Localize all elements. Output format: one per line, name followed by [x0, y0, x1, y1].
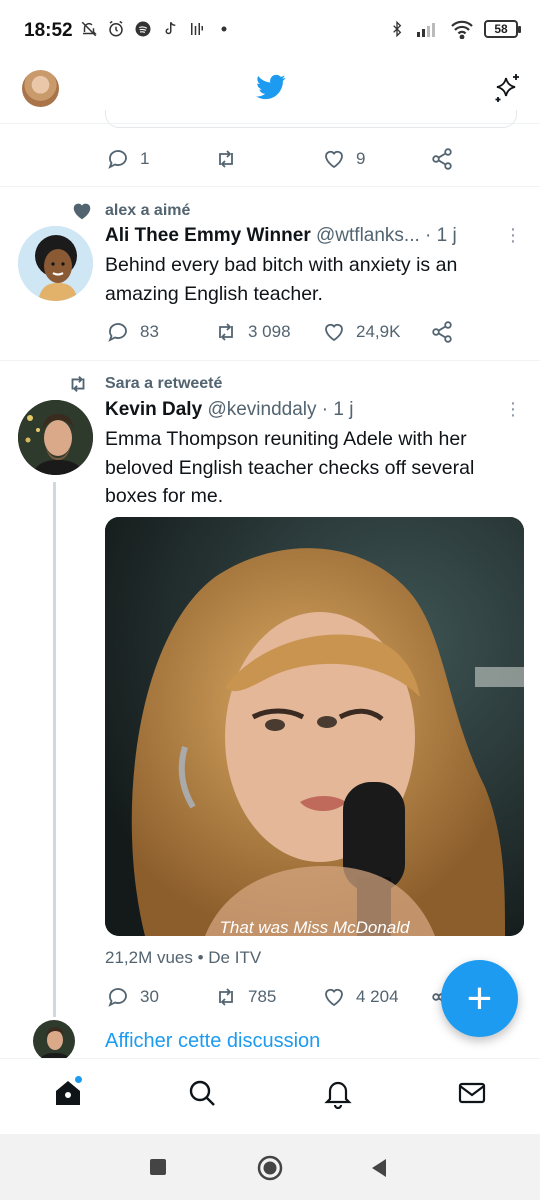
retweet-icon	[219, 150, 233, 168]
tweet-text: Behind every bad bitch with anxiety is a…	[105, 254, 458, 305]
app-icon	[188, 19, 206, 39]
recents-button[interactable]	[149, 1158, 167, 1176]
liked-heart-icon	[73, 203, 91, 220]
tweet-actions: 83 3 098 24,9K	[106, 317, 454, 347]
previous-card-edge	[105, 110, 517, 128]
back-button[interactable]	[370, 1158, 388, 1178]
author-handle[interactable]: @kevinddaly	[207, 399, 316, 420]
like-button[interactable]: 4 204	[322, 985, 430, 1009]
notification-dot	[74, 1075, 83, 1084]
like-count: 4 204	[356, 987, 399, 1006]
retweet-context-icon	[71, 376, 85, 392]
like-count: 24,9K	[356, 322, 401, 341]
retweet-count: 785	[248, 987, 277, 1006]
bell-off-icon	[80, 19, 98, 39]
tab-notifications[interactable]	[322, 1077, 354, 1110]
tweet-video[interactable]: That was Miss McDonald	[105, 517, 524, 936]
share-icon	[432, 321, 452, 343]
author-handle[interactable]: @wtflanks...	[316, 225, 420, 246]
tab-messages[interactable]	[456, 1077, 488, 1109]
profile-avatar[interactable]	[22, 70, 59, 107]
reply-icon	[108, 323, 127, 342]
retweet-count: 3 098	[248, 322, 291, 341]
heart-icon	[325, 988, 343, 1007]
heart-icon	[325, 150, 343, 169]
like-button[interactable]: 9	[322, 147, 430, 171]
more-options-icon[interactable]: · · ·	[503, 219, 523, 251]
share-button[interactable]	[430, 320, 454, 344]
retweet-icon	[219, 323, 233, 341]
home-button[interactable]	[257, 1155, 283, 1181]
tweet-text: Emma Thompson reuniting Adele with her b…	[105, 428, 475, 507]
share-icon	[432, 148, 452, 170]
like-count: 9	[356, 149, 366, 168]
heart-icon	[325, 323, 343, 342]
status-bar: 18:52 58	[0, 0, 540, 62]
avatar[interactable]	[18, 400, 93, 475]
reply-button[interactable]: 30	[106, 985, 214, 1009]
dot-icon	[215, 19, 233, 39]
more-options-icon[interactable]: · · ·	[503, 393, 523, 425]
retweet-button[interactable]: 785	[214, 985, 322, 1009]
thread-connector	[53, 482, 56, 1017]
status-time: 18:52	[24, 20, 73, 41]
prev-tweet-actions: 1 9	[106, 144, 454, 174]
notification-icons	[80, 19, 233, 39]
avatar[interactable]	[33, 1020, 75, 1062]
search-icon	[189, 1080, 215, 1106]
bottom-tab-bar	[0, 1058, 540, 1134]
reply-button[interactable]: 83	[106, 320, 214, 344]
tweet-author-line: Ali Thee Emmy Winner @wtflanks... · 1 j	[105, 225, 457, 247]
like-button[interactable]: 24,9K	[322, 320, 430, 344]
spotify-icon	[134, 19, 152, 39]
alarm-icon	[107, 19, 125, 39]
system-navigation-bar	[0, 1134, 540, 1200]
tab-search[interactable]	[186, 1077, 218, 1109]
wifi-icon	[450, 19, 474, 39]
compose-tweet-button[interactable]: +	[441, 960, 518, 1037]
twitter-bird-icon[interactable]	[254, 72, 288, 102]
battery-indicator: 58	[484, 20, 521, 38]
sparkle-icon[interactable]	[490, 72, 522, 104]
reply-icon	[108, 988, 127, 1007]
reply-count: 30	[140, 987, 159, 1006]
tiktok-icon	[161, 19, 179, 39]
bell-icon	[324, 1081, 352, 1110]
system-icons: 58	[388, 19, 521, 39]
social-context: alex a aimé	[105, 202, 191, 219]
tweet-author-line: Kevin Daly @kevinddaly · 1 j	[105, 399, 353, 421]
avatar[interactable]	[18, 226, 93, 301]
share-button[interactable]	[430, 147, 454, 171]
reply-button[interactable]: 1	[106, 147, 214, 171]
reply-icon	[108, 150, 127, 169]
video-frame-illustration	[105, 517, 524, 936]
envelope-icon	[458, 1082, 486, 1104]
divider	[0, 360, 540, 361]
reply-count: 83	[140, 322, 159, 341]
signal-icon	[416, 19, 440, 39]
retweet-button[interactable]: 3 098	[214, 320, 322, 344]
retweet-button[interactable]	[214, 147, 322, 171]
reply-count: 1	[140, 149, 150, 168]
video-caption: That was Miss McDonald	[219, 918, 410, 936]
tweet-actions: 30 785 4 204	[106, 982, 454, 1012]
retweet-icon	[219, 988, 233, 1006]
video-views: 21,2M vues • De ITV	[105, 948, 262, 967]
author-name[interactable]: Kevin Daly	[105, 399, 202, 420]
divider	[0, 186, 540, 187]
show-thread-link[interactable]: Afficher cette discussion	[105, 1030, 320, 1053]
bluetooth-icon	[388, 19, 406, 39]
tweet-time: · 1 j	[321, 399, 354, 420]
social-context: Sara a retweeté	[105, 375, 223, 392]
tweet-time: · 1 j	[425, 225, 457, 246]
author-name[interactable]: Ali Thee Emmy Winner	[105, 225, 311, 246]
